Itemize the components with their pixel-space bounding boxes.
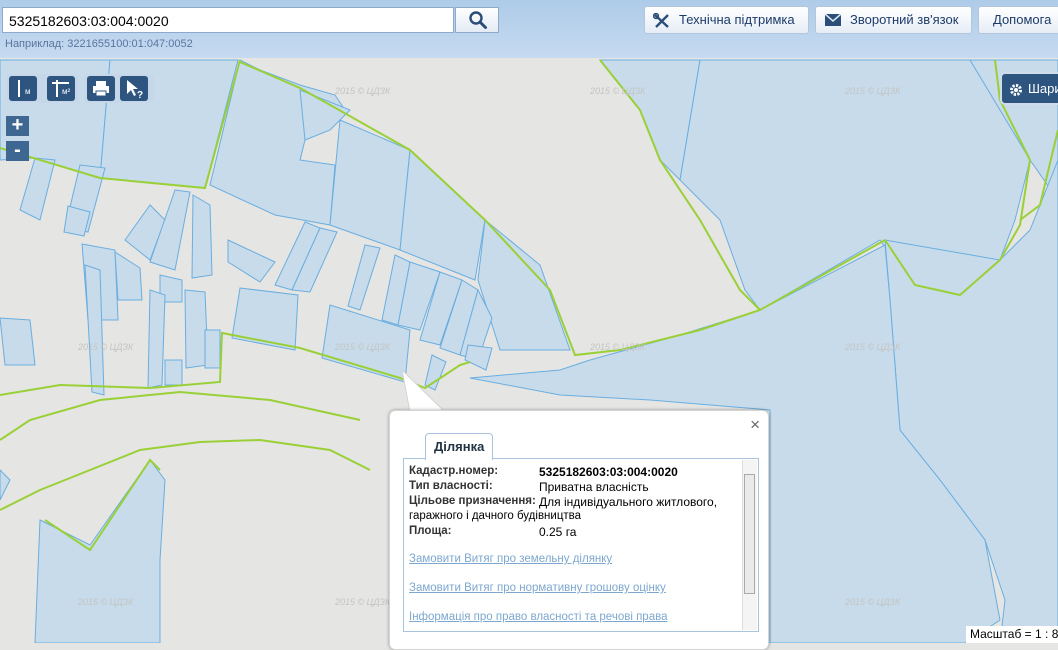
layers-label: Шари: [1028, 81, 1058, 96]
print-identify-tools: ?: [84, 74, 154, 103]
feedback-button[interactable]: Зворотний зв'язок: [815, 6, 972, 34]
tech-support-label: Технічна підтримка: [679, 12, 795, 27]
purpose-key: Цільове призначення:: [409, 495, 536, 507]
search-hint: Наприклад: 3221655100:01:047:0052: [5, 38, 193, 50]
gear-icon: [1010, 84, 1022, 96]
feedback-label: Зворотний зв'язок: [850, 12, 959, 27]
watermark-text: 2015 © ЦДЗК: [77, 342, 134, 352]
map-parcel: [0, 317, 36, 366]
printer-icon: [93, 81, 109, 97]
measure-area-unit: м²: [62, 87, 71, 96]
ownership-type-value: Приватна власність: [539, 480, 649, 494]
popup-scrollbar[interactable]: [742, 460, 757, 630]
identify-button[interactable]: ?: [120, 76, 148, 101]
ownership-info-link[interactable]: Інформація про право власності та речові…: [409, 611, 667, 623]
search-hint-example: 3221655100:01:047:0052: [67, 38, 193, 50]
search-button[interactable]: [455, 7, 499, 33]
watermark-text: 2015 © ЦДЗК: [844, 342, 901, 352]
zoom-in-button[interactable]: +: [6, 115, 29, 136]
search-hint-label: Наприклад:: [5, 38, 65, 50]
svg-text:?: ?: [137, 90, 143, 101]
help-button[interactable]: Допомога: [978, 6, 1058, 34]
tech-support-button[interactable]: Технічна підтримка: [644, 6, 809, 34]
watermark-text: 2015 © ЦДЗК: [334, 597, 391, 607]
close-icon[interactable]: ×: [750, 415, 760, 435]
watermark-text: 2015 © ЦДЗК: [844, 597, 901, 607]
map-parcel: [147, 289, 166, 389]
top-toolbar: 5325182603:03:004:0020 Наприклад: 322165…: [0, 0, 1058, 58]
watermark-text: 2015 © ЦДЗК: [334, 86, 391, 96]
ownership-type-key: Тип власності:: [409, 480, 493, 492]
envelope-icon: [824, 13, 842, 26]
purpose-value-continued: гаражного і дачного будівництва: [409, 510, 582, 522]
cadastral-number-value: 5325182603:03:004:0020: [539, 465, 678, 479]
area-value: 0.25 га: [539, 525, 577, 539]
order-valuation-extract-link[interactable]: Замовити Витяг про нормативну грошову оц…: [409, 582, 666, 594]
map-parcel: [204, 329, 221, 369]
pointer-question-icon: ?: [127, 80, 143, 101]
parcel-details: Кадастр.номер: 5325182603:03:004:0020 Ти…: [403, 458, 759, 632]
cadastral-number-key: Кадастр.номер:: [409, 465, 499, 477]
zoom-out-button[interactable]: -: [6, 140, 29, 161]
order-land-extract-link[interactable]: Замовити Витяг про земельну ділянку: [409, 553, 612, 565]
watermark-text: 2015 © ЦДЗК: [589, 86, 646, 96]
tools-icon: [653, 13, 669, 28]
area-ruler-icon: [52, 80, 69, 97]
tab-parcel[interactable]: Ділянка: [425, 433, 494, 460]
measure-length-unit: м: [25, 87, 31, 96]
print-button[interactable]: [87, 76, 115, 101]
search-icon: [469, 11, 487, 29]
layers-button[interactable]: Шари: [1000, 72, 1058, 105]
watermark-text: 2015 © ЦДЗК: [334, 342, 391, 352]
area-key: Площа:: [409, 525, 452, 537]
purpose-value: Для індивідуального житлового,: [539, 495, 718, 509]
watermark-text: 2015 © ЦДЗК: [589, 342, 646, 352]
cadastral-search-input[interactable]: 5325182603:03:004:0020: [2, 7, 454, 33]
scrollbar-thumb[interactable]: [744, 474, 755, 594]
watermark-text: 2015 © ЦДЗК: [77, 597, 134, 607]
ruler-icon: [18, 80, 20, 97]
measure-length-button[interactable]: м: [9, 76, 37, 101]
map-parcel: [191, 194, 213, 279]
measure-tools: м м²: [6, 74, 78, 103]
watermark-text: 2015 © ЦДЗК: [844, 86, 901, 96]
map-parcel: [164, 359, 183, 386]
help-label: Допомога: [993, 12, 1052, 27]
measure-area-button[interactable]: м²: [47, 76, 75, 101]
parcel-info-popup: × Ділянка Кадастр.номер: 5325182603:03:0…: [389, 410, 769, 650]
scale-readout: Масштаб = 1 : 8: [966, 626, 1058, 643]
